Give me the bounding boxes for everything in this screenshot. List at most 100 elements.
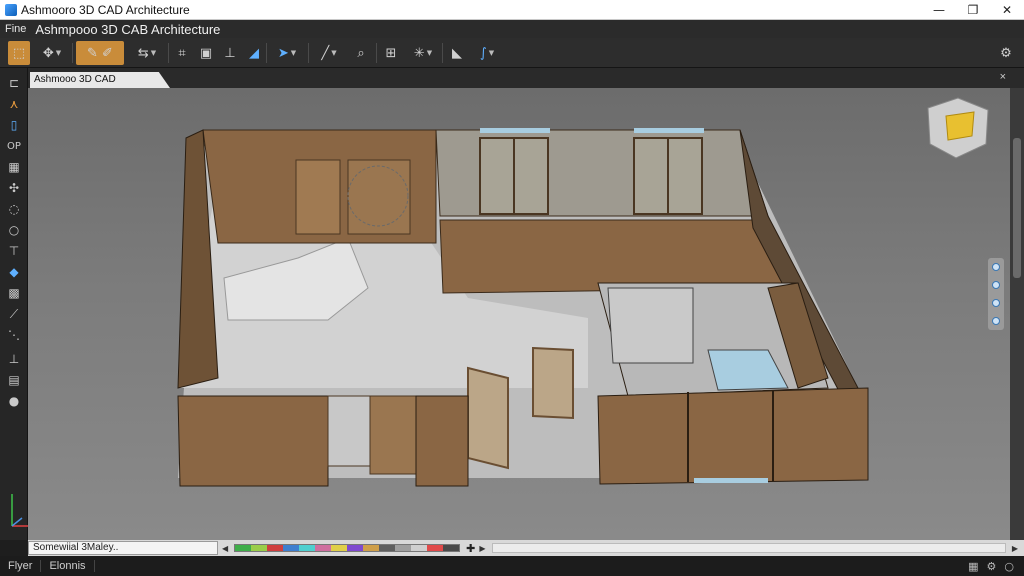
settings-small-icon[interactable]: ⚙ (987, 560, 997, 573)
panel-close-icon[interactable]: × (1000, 71, 1006, 83)
expand-icon[interactable]: ✚ (466, 542, 475, 555)
front-wall-right (597, 387, 869, 485)
color-palette[interactable] (234, 544, 461, 552)
bathroom-cabinet (607, 287, 694, 364)
measure-tool-icon[interactable]: ✎ ✐ (76, 41, 124, 65)
arc-icon[interactable]: ◌ (3, 200, 25, 218)
double-door (347, 159, 411, 235)
dimension-icon[interactable]: ⋱ (3, 326, 25, 344)
interior-door (295, 159, 341, 235)
menubar-app-title: Ashmpooo 3D CAB Architecture (35, 21, 221, 37)
pan-icon[interactable] (992, 263, 1000, 271)
section-tool-icon[interactable]: ▣ (196, 41, 216, 65)
level-icon[interactable]: ⊥ (3, 350, 25, 368)
crop-tool-icon[interactable]: ⌗ (172, 41, 192, 65)
front-door-right (532, 346, 574, 420)
color-swatch[interactable] (347, 545, 364, 551)
settings-icon[interactable]: ⚙ (994, 41, 1018, 65)
front-glass-strip (694, 478, 768, 483)
coordinate-field[interactable]: Somewiial 3Maley.. (28, 541, 218, 555)
scroll-right-icon[interactable]: ▶ (479, 544, 485, 553)
zoom-icon[interactable]: ⌕ (350, 41, 372, 65)
layers-icon[interactable]: ▤ (3, 371, 25, 389)
front-door-left (467, 366, 509, 470)
tab-document[interactable]: Ashmooo 3D CAD Architecture (30, 72, 170, 88)
orbit-icon[interactable] (992, 281, 1000, 289)
color-swatch[interactable] (427, 545, 444, 551)
stairs-icon[interactable]: ▦ (3, 158, 25, 176)
scrollbar-thumb[interactable] (1013, 138, 1021, 278)
minimize-button[interactable]: — (922, 0, 956, 20)
color-swatch[interactable] (443, 545, 460, 551)
3d-viewport[interactable] (28, 88, 1010, 540)
app-logo-icon (5, 3, 17, 16)
move-tool-icon[interactable]: ✥ ▼ (36, 41, 68, 65)
select-tool-icon[interactable]: ⬚ (8, 41, 30, 65)
main-toolbar: ⬚ ✥ ▼ ✎ ✐ ⇆ ▼ ⌗ ▣ ⊥ ◢ ➤ ▼ ╱ ▼ ⌕ ⊞ ✳ ▼ ◣ ∫ ▼ ⚙ (0, 38, 1024, 68)
color-swatch[interactable] (267, 545, 284, 551)
help-icon[interactable]: ○ (1004, 560, 1014, 573)
look-icon[interactable] (992, 317, 1000, 325)
grid-icon[interactable]: ▦ (968, 560, 978, 573)
menu-file[interactable]: Fine (0, 23, 31, 35)
color-swatch[interactable] (363, 545, 380, 551)
window-title: Ashmooro 3D CAD Architecture (21, 2, 190, 17)
paint-icon[interactable]: ◆ (3, 263, 25, 281)
toolbar-divider (266, 43, 267, 63)
tab-flyer[interactable]: Flyer (0, 560, 42, 572)
front-wall-mid (415, 395, 469, 487)
line-tool-icon[interactable]: ╱ ▼ (312, 41, 346, 65)
color-swatch[interactable] (235, 545, 252, 551)
horizontal-scrollbar[interactable] (491, 543, 1006, 553)
rotate-icon[interactable]: ✣ (3, 179, 25, 197)
scroll-left-icon[interactable]: ◀ (222, 544, 228, 553)
color-swatch[interactable] (251, 545, 268, 551)
menubar: Fine Ashmpooo 3D CAB Architecture (0, 20, 1024, 38)
arrow-tool-icon[interactable]: ⇆ ▼ (130, 41, 164, 65)
pen-icon[interactable]: ⟋ (3, 305, 25, 323)
bottom-bar: Flyer Elonnis ▦ ⚙ ○ (0, 556, 1024, 576)
color-swatch[interactable] (315, 545, 332, 551)
left-tool-panel: ⊏ ⋏ ▯ OP ▦ ✣ ◌ ○ ⊤ ◆ ▩ ⟋ ⋱ ⊥ ▤ ● (0, 68, 48, 540)
toolbar-divider (376, 43, 377, 63)
floorplan-model (177, 97, 989, 487)
window-titlebar: Ashmooro 3D CAD Architecture — ❐ ✕ (0, 0, 1024, 20)
align-tool-icon[interactable]: ⊥ (220, 41, 240, 65)
door-icon[interactable]: ▯ (3, 116, 25, 134)
window-icon[interactable]: OP (3, 137, 25, 155)
toolbar-divider (308, 43, 309, 63)
render-tool-icon[interactable]: ◣ (446, 41, 468, 65)
pointer-tool-icon[interactable]: ➤ ▼ (270, 41, 304, 65)
zoom-extents-icon[interactable] (992, 299, 1000, 307)
wall-icon[interactable]: ⊏ (3, 74, 25, 92)
color-swatch[interactable] (283, 545, 300, 551)
railing-icon[interactable]: ⊤ (3, 242, 25, 260)
status-row: Somewiial 3Maley.. ◀ ✚ ▶ ▶ (28, 540, 1024, 556)
color-swatch[interactable] (299, 545, 316, 551)
snap-tool-icon[interactable]: ⊞ (380, 41, 402, 65)
vertical-scrollbar[interactable] (1010, 88, 1024, 540)
paint-tool-icon[interactable]: ◢ (244, 41, 264, 65)
close-button[interactable]: ✕ (990, 0, 1024, 20)
color-swatch[interactable] (395, 545, 412, 551)
window-glass-top (480, 128, 550, 133)
maximize-button[interactable]: ❐ (956, 0, 990, 20)
circle-icon[interactable]: ○ (3, 221, 25, 239)
scroll-end-icon[interactable]: ▶ (1012, 544, 1018, 553)
mid-wall (439, 219, 799, 294)
navigation-bar (988, 258, 1004, 330)
texture-icon[interactable]: ▩ (3, 284, 25, 302)
document-tabbar: Ashmooo 3D CAD Architecture × (28, 68, 1024, 88)
toolbar-divider (72, 43, 73, 63)
object-icon[interactable]: ● (3, 392, 25, 410)
tab-elements[interactable]: Elonnis (41, 560, 95, 572)
color-swatch[interactable] (331, 545, 348, 551)
front-door (369, 395, 417, 475)
color-swatch[interactable] (411, 545, 428, 551)
window-glass-top (634, 128, 704, 133)
curve-tool-icon[interactable]: ∫ ▼ (470, 41, 504, 65)
light-tool-icon[interactable]: ✳ ▼ (406, 41, 440, 65)
view-cube-icon[interactable] (927, 97, 989, 159)
color-swatch[interactable] (379, 545, 396, 551)
roof-icon[interactable]: ⋏ (3, 95, 25, 113)
